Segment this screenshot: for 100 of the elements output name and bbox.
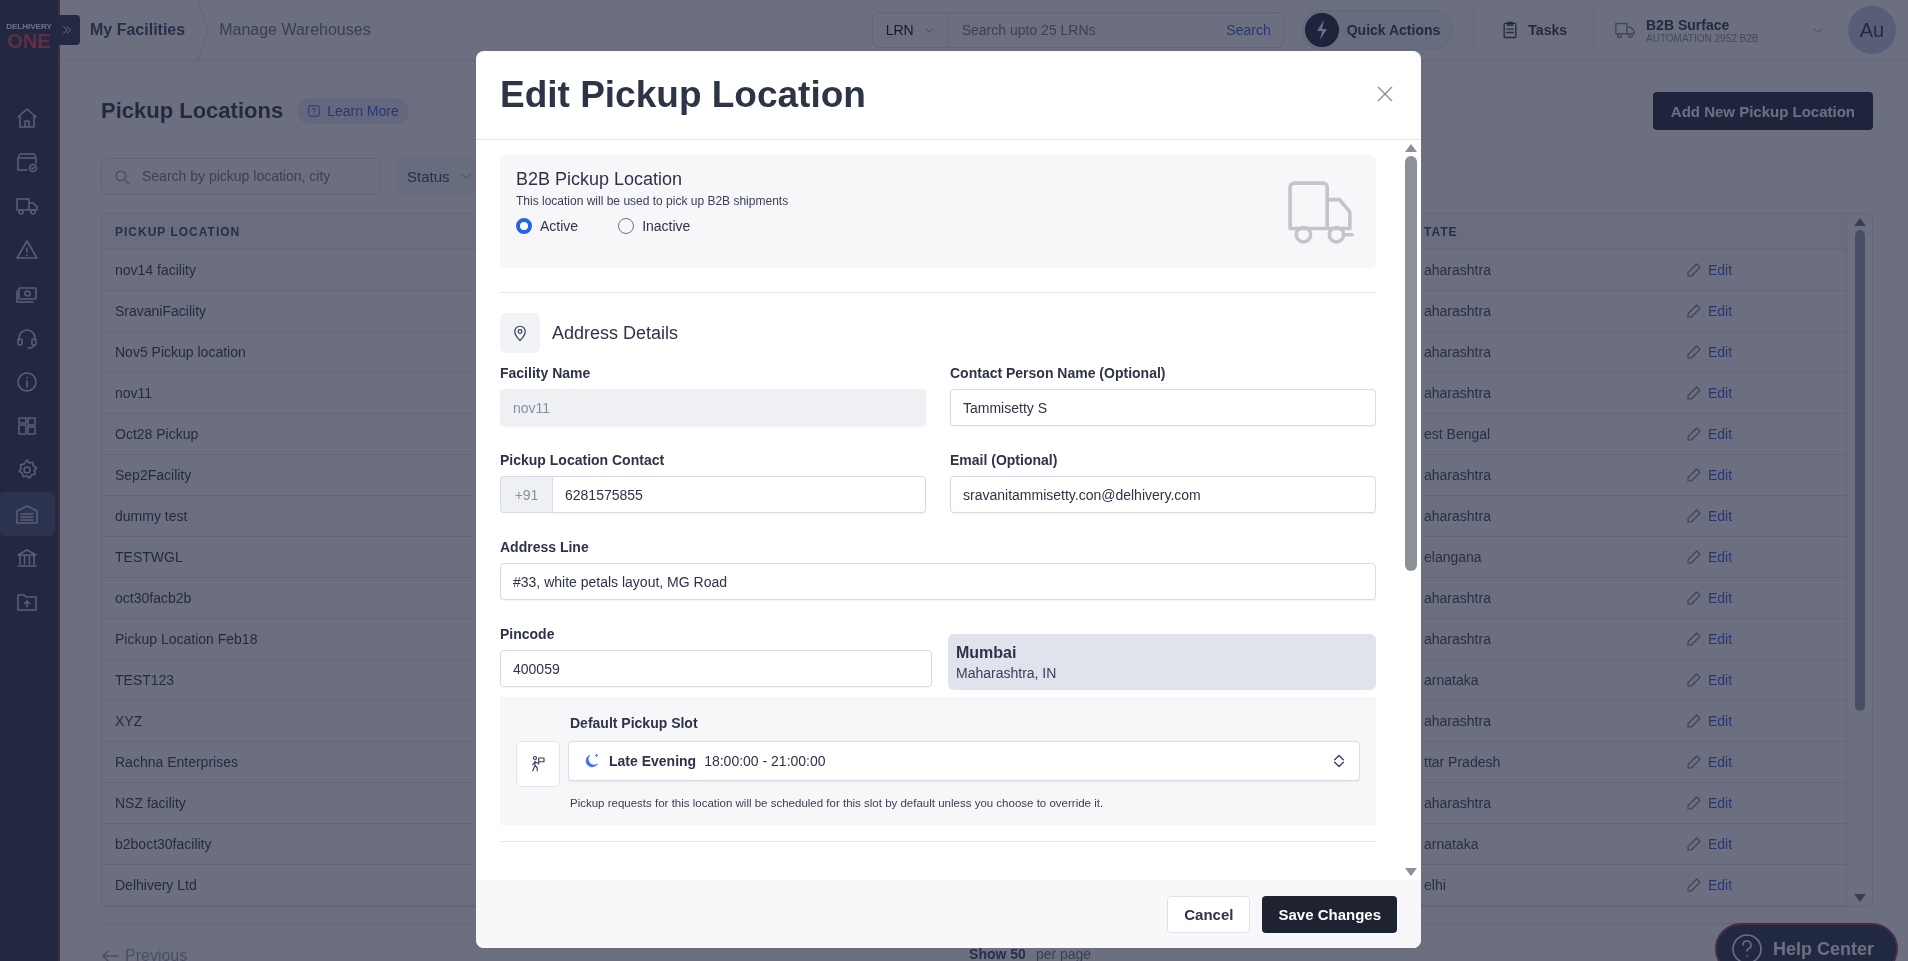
info-icon	[15, 370, 39, 394]
pencil-icon	[1686, 549, 1702, 565]
help-icon	[307, 104, 322, 118]
country-code: +91	[500, 476, 552, 513]
field-label: Contact Person Name (Optional)	[950, 365, 1167, 381]
headset-icon	[15, 326, 39, 350]
page-title: Pickup Locations	[101, 98, 284, 124]
quick-actions-button[interactable]: Quick Actions	[1301, 10, 1454, 50]
pencil-icon	[1686, 795, 1702, 811]
input-field[interactable]: 400059	[500, 650, 932, 687]
table-cell: aharashtra	[1424, 713, 1491, 729]
table-cell: aharashtra	[1424, 303, 1491, 319]
table-cell: aharashtra	[1424, 385, 1491, 401]
account-name: B2B Surface	[1646, 16, 1730, 33]
search-button[interactable]: Search	[1220, 21, 1277, 39]
pencil-icon	[1686, 303, 1702, 319]
table-cell: aharashtra	[1424, 344, 1491, 360]
edit-link[interactable]: Edit	[1686, 549, 1733, 565]
radio-option[interactable]: Inactive	[618, 218, 691, 234]
input-field[interactable]: 6281575855	[552, 476, 926, 513]
pencil-icon	[1686, 590, 1702, 606]
field-label: Pincode	[500, 626, 556, 642]
save-button[interactable]: Save Changes	[1262, 895, 1397, 933]
edit-link[interactable]: Edit	[1686, 426, 1733, 442]
table-cell: aharashtra	[1424, 508, 1491, 524]
breadcrumb-link[interactable]: My Facilities	[80, 21, 196, 39]
help-center-button[interactable]: Help Center	[1714, 923, 1898, 961]
settings-icon	[15, 458, 39, 482]
add-location-button[interactable]: Add New Pickup Location	[1652, 92, 1873, 130]
table-cell: aharashtra	[1424, 590, 1491, 606]
moon-icon	[583, 752, 601, 770]
tasks-button[interactable]: Tasks	[1494, 19, 1573, 41]
table-cell: Sep2Facility	[115, 467, 192, 483]
table-cell: aharashtra	[1424, 795, 1491, 811]
down-arrow-icon	[1853, 894, 1866, 902]
edit-link[interactable]: Edit	[1686, 262, 1733, 278]
table-cell: arnataka	[1424, 672, 1479, 688]
edit-link[interactable]: Edit	[1686, 754, 1733, 770]
learn-more-button[interactable]: Learn More	[297, 98, 409, 124]
pencil-icon	[1686, 467, 1702, 483]
table-cell: aharashtra	[1424, 467, 1491, 483]
input-field: nov11	[500, 389, 926, 426]
pencil-icon	[1686, 754, 1702, 770]
pencil-icon	[1686, 426, 1702, 442]
edit-link[interactable]: Edit	[1686, 508, 1733, 524]
page-size-select[interactable]: Show 50	[969, 947, 1026, 961]
input-field[interactable]: #33, white petals layout, MG Road	[500, 563, 1376, 600]
down-arrow-icon	[1405, 868, 1417, 876]
card-title: B2B Pickup Location	[516, 169, 684, 190]
lrn-select[interactable]: LRN	[871, 12, 948, 48]
edit-link[interactable]: Edit	[1686, 467, 1733, 483]
cancel-button[interactable]: Cancel	[1167, 895, 1251, 933]
radio-option[interactable]: Active	[516, 218, 579, 234]
home-icon	[15, 106, 39, 130]
edit-link[interactable]: Edit	[1686, 836, 1733, 852]
pencil-icon	[1686, 631, 1702, 647]
up-arrow-icon	[1405, 144, 1417, 152]
table-cell: oct30facb2b	[115, 590, 192, 606]
table-cell: NSZ facility	[115, 795, 186, 811]
sort-arrows-icon	[1333, 754, 1345, 768]
pencil-icon	[1686, 836, 1702, 852]
edit-link[interactable]: Edit	[1686, 344, 1733, 360]
field-label: Address Line	[500, 539, 590, 555]
edit-link[interactable]: Edit	[1686, 713, 1733, 729]
table-cell: elangana	[1424, 549, 1482, 565]
table-cell: ttar Pradesh	[1424, 754, 1501, 770]
edit-link[interactable]: Edit	[1686, 590, 1733, 606]
slot-select[interactable]: Late Evening 18:00:00 - 21:00:00	[568, 741, 1360, 781]
pencil-icon	[1686, 672, 1702, 688]
table-cell: nov11	[115, 385, 153, 401]
pencil-icon	[1686, 713, 1702, 729]
slot-name: Late Evening	[609, 753, 697, 769]
edit-link[interactable]: Edit	[1686, 303, 1733, 319]
logo-text: ONE	[7, 31, 51, 51]
table-cell: Delhivery Ltd	[115, 877, 197, 893]
lightning-icon	[1304, 13, 1339, 47]
table-cell: TEST123	[115, 672, 175, 688]
column-header: TATE	[1424, 224, 1458, 239]
edit-link[interactable]: Edit	[1686, 672, 1733, 688]
table-cell: aharashtra	[1424, 631, 1491, 647]
edit-link[interactable]: Edit	[1686, 385, 1733, 401]
field-label: Pickup Location Contact	[500, 452, 666, 468]
slot-time: 18:00:00 - 21:00:00	[704, 753, 827, 769]
input-field[interactable]: Tammisetty S	[950, 389, 1376, 426]
pencil-icon	[1686, 344, 1702, 360]
question-icon	[1730, 933, 1763, 961]
input-field[interactable]: sravanitammisetty.con@delhivery.com	[950, 476, 1376, 513]
edit-link[interactable]: Edit	[1686, 795, 1733, 811]
edit-link[interactable]: Edit	[1686, 631, 1733, 647]
person-flag-icon	[529, 755, 547, 773]
region-name: Maharashtra, IN	[956, 664, 1058, 681]
table-cell: dummy test	[115, 508, 188, 524]
table-cell: arnataka	[1424, 836, 1479, 852]
edit-link[interactable]: Edit	[1686, 877, 1733, 893]
slot-hint: Pickup requests for this location will be scheduled for this slot by default unless you choose to override it.	[570, 797, 1105, 809]
sidebar-item[interactable]	[0, 492, 55, 536]
table-cell: b2boct30facility	[115, 836, 212, 852]
logo-text: DELHIVERY	[6, 22, 52, 31]
caret-icon	[923, 25, 934, 35]
table-cell: nov14 facility	[115, 262, 196, 278]
